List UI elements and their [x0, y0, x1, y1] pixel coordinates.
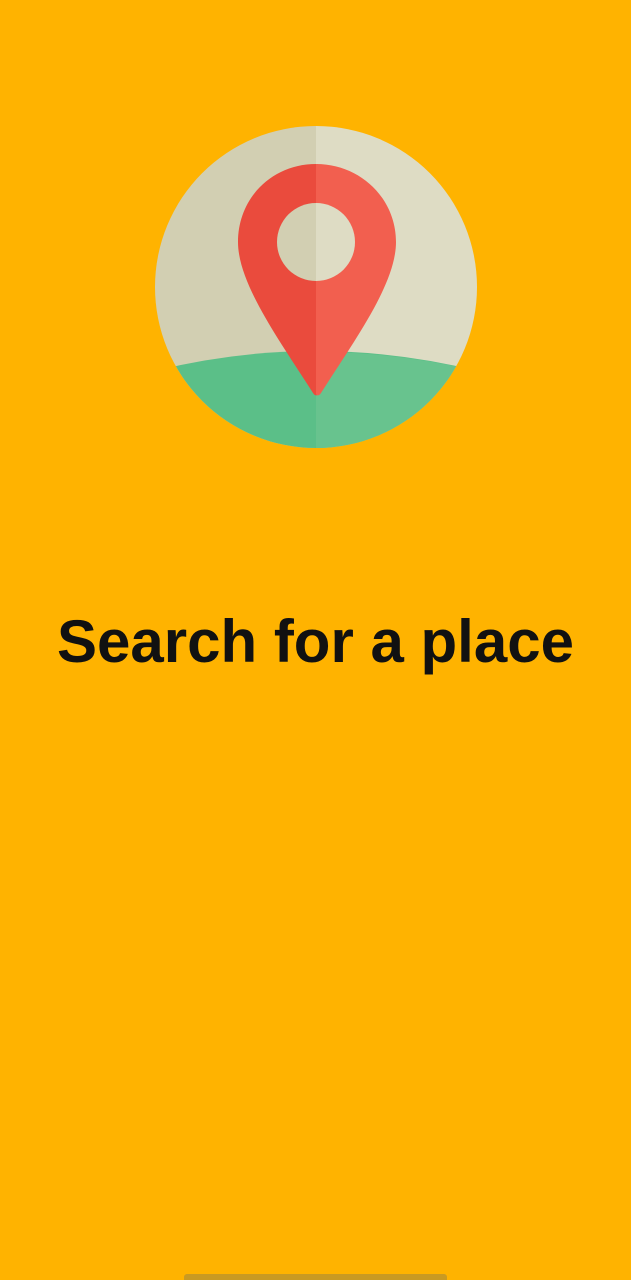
page-title: Search for a place: [57, 608, 574, 675]
empty-search-screen: Search for a place: [0, 0, 631, 1280]
map-location-pin-icon: [155, 126, 477, 448]
home-indicator[interactable]: [184, 1274, 447, 1280]
location-illustration-svg: [155, 126, 477, 448]
ground-right: [316, 352, 477, 448]
